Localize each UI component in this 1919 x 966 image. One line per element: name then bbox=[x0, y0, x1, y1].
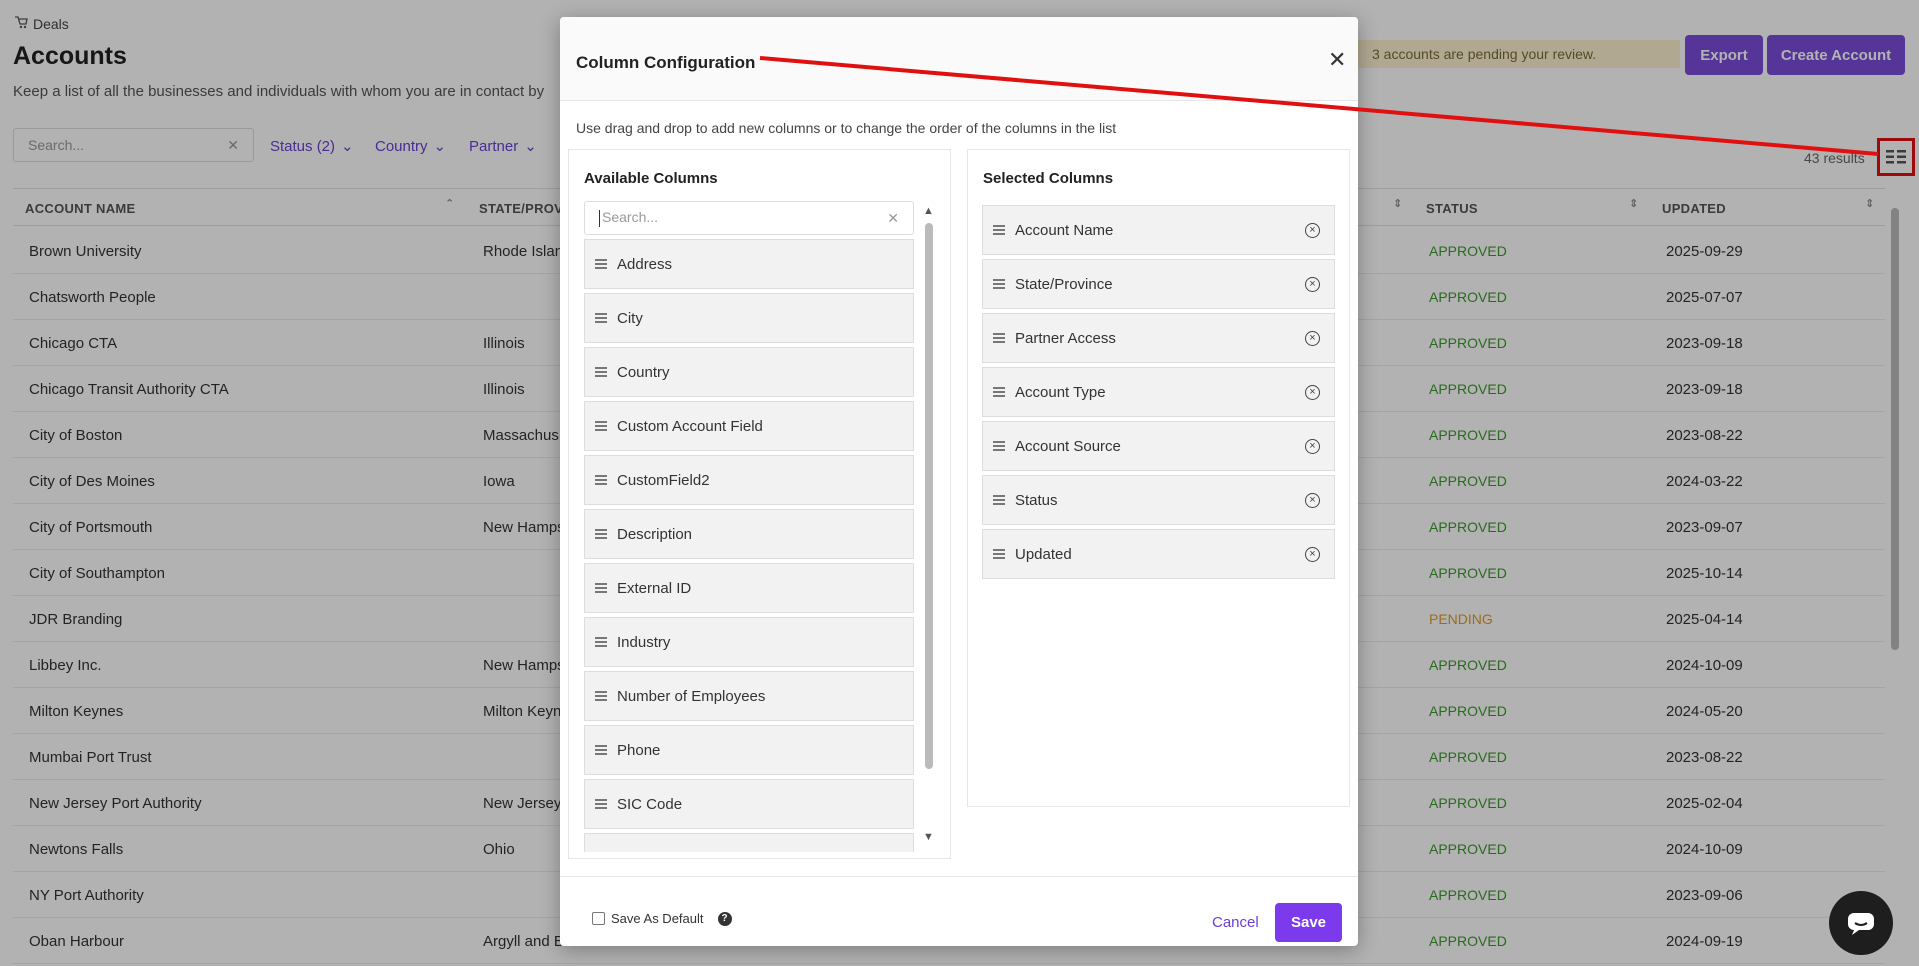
available-column-item[interactable]: Custom Account Field bbox=[584, 401, 914, 451]
column-label: Account Type bbox=[1015, 383, 1106, 401]
scroll-thumb[interactable] bbox=[925, 223, 933, 769]
selected-columns-panel: Selected Columns Account Name × State/Prov… bbox=[967, 149, 1350, 807]
drag-handle-icon[interactable] bbox=[595, 259, 607, 269]
remove-column-icon[interactable]: × bbox=[1305, 439, 1320, 454]
remove-column-icon[interactable]: × bbox=[1305, 223, 1320, 238]
column-label: State/Province bbox=[1015, 275, 1113, 293]
column-label: SIC Code bbox=[617, 795, 683, 813]
drag-handle-icon[interactable] bbox=[595, 637, 607, 647]
column-label: Updated bbox=[1015, 545, 1072, 563]
column-label: City bbox=[617, 309, 643, 327]
selected-column-item[interactable]: Account Source × bbox=[982, 421, 1335, 471]
remove-column-icon[interactable]: × bbox=[1305, 493, 1320, 508]
drag-handle-icon[interactable] bbox=[595, 529, 607, 539]
drag-handle-icon[interactable] bbox=[993, 225, 1005, 235]
available-column-item[interactable]: Country bbox=[584, 347, 914, 397]
available-column-item[interactable]: Number of Employees bbox=[584, 671, 914, 721]
available-column-item[interactable]: Website bbox=[584, 833, 914, 852]
available-column-item[interactable]: CustomField2 bbox=[584, 455, 914, 505]
remove-column-icon[interactable]: × bbox=[1305, 277, 1320, 292]
drag-handle-icon[interactable] bbox=[993, 279, 1005, 289]
column-label: Custom Account Field bbox=[617, 417, 763, 435]
drag-handle-icon[interactable] bbox=[595, 691, 607, 701]
selected-column-item[interactable]: Account Type × bbox=[982, 367, 1335, 417]
drag-handle-icon[interactable] bbox=[993, 549, 1005, 559]
available-column-item[interactable]: Address bbox=[584, 239, 914, 289]
available-column-item[interactable]: Description bbox=[584, 509, 914, 559]
column-label: Address bbox=[617, 255, 673, 273]
available-column-item[interactable]: SIC Code bbox=[584, 779, 914, 829]
selected-columns-list: Account Name × State/Province × Partner Acce… bbox=[982, 205, 1335, 583]
drag-handle-icon[interactable] bbox=[595, 745, 607, 755]
selected-column-item[interactable]: Updated × bbox=[982, 529, 1335, 579]
drag-handle-icon[interactable] bbox=[993, 387, 1005, 397]
available-columns-scrollbar[interactable]: ▲ ▼ bbox=[922, 205, 936, 845]
remove-column-icon[interactable]: × bbox=[1305, 385, 1320, 400]
remove-column-icon[interactable]: × bbox=[1305, 331, 1320, 346]
column-label: Phone bbox=[617, 741, 661, 759]
available-column-item[interactable]: Phone bbox=[584, 725, 914, 775]
drag-handle-icon[interactable] bbox=[595, 367, 607, 377]
drag-handle-icon[interactable] bbox=[993, 333, 1005, 343]
available-columns-title: Available Columns bbox=[584, 170, 718, 187]
column-label: Partner Access bbox=[1015, 329, 1116, 347]
modal-instructions: Use drag and drop to add new columns or … bbox=[576, 120, 1117, 136]
scroll-up-icon[interactable]: ▲ bbox=[923, 205, 934, 217]
available-columns-panel: Available Columns Search... ✕ Address Cit… bbox=[568, 149, 951, 859]
drag-handle-icon[interactable] bbox=[595, 799, 607, 809]
column-label: Account Source bbox=[1015, 437, 1121, 455]
column-label: Website bbox=[617, 850, 671, 853]
close-icon[interactable]: ✕ bbox=[1328, 47, 1346, 73]
available-search-input[interactable]: Search... ✕ bbox=[584, 201, 914, 235]
selected-columns-title: Selected Columns bbox=[983, 170, 1114, 187]
modal-footer: Save As Default ? Cancel Save bbox=[560, 876, 1358, 946]
chat-button[interactable] bbox=[1829, 891, 1893, 955]
column-label: Status bbox=[1015, 491, 1058, 509]
column-label: External ID bbox=[617, 579, 692, 597]
selected-column-item[interactable]: Partner Access × bbox=[982, 313, 1335, 363]
drag-handle-icon[interactable] bbox=[595, 313, 607, 323]
save-as-default-option[interactable]: Save As Default ? bbox=[592, 911, 732, 926]
column-label: Description bbox=[617, 525, 693, 543]
available-column-item[interactable]: City bbox=[584, 293, 914, 343]
chat-icon bbox=[1848, 913, 1874, 935]
column-label: Industry bbox=[617, 633, 671, 651]
drag-handle-icon[interactable] bbox=[595, 583, 607, 593]
drag-handle-icon[interactable] bbox=[595, 475, 607, 485]
available-column-item[interactable]: Industry bbox=[584, 617, 914, 667]
scroll-down-icon[interactable]: ▼ bbox=[923, 831, 934, 843]
drag-handle-icon[interactable] bbox=[595, 421, 607, 431]
remove-column-icon[interactable]: × bbox=[1305, 547, 1320, 562]
clear-search-icon[interactable]: ✕ bbox=[887, 210, 899, 227]
selected-column-item[interactable]: State/Province × bbox=[982, 259, 1335, 309]
save-button[interactable]: Save bbox=[1275, 903, 1342, 942]
available-column-item[interactable]: External ID bbox=[584, 563, 914, 613]
drag-handle-icon[interactable] bbox=[993, 441, 1005, 451]
modal-header: Column Configuration ✕ bbox=[560, 17, 1358, 101]
help-icon[interactable]: ? bbox=[717, 911, 732, 926]
cancel-button[interactable]: Cancel bbox=[1212, 914, 1259, 931]
selected-column-item[interactable]: Status × bbox=[982, 475, 1335, 525]
save-as-default-label: Save As Default bbox=[611, 911, 704, 926]
save-as-default-checkbox[interactable] bbox=[592, 912, 605, 925]
column-configuration-modal: Column Configuration ✕ Use drag and drop… bbox=[560, 17, 1358, 946]
column-label: Country bbox=[617, 363, 670, 381]
selected-column-item[interactable]: Account Name × bbox=[982, 205, 1335, 255]
column-label: CustomField2 bbox=[617, 471, 710, 489]
available-search-placeholder: Search... bbox=[602, 209, 659, 226]
column-label: Account Name bbox=[1015, 221, 1114, 239]
modal-title: Column Configuration bbox=[576, 53, 756, 72]
available-columns-list: Address City Country Custom Account Field Cu… bbox=[584, 239, 914, 852]
drag-handle-icon[interactable] bbox=[993, 495, 1005, 505]
column-label: Number of Employees bbox=[617, 687, 766, 705]
